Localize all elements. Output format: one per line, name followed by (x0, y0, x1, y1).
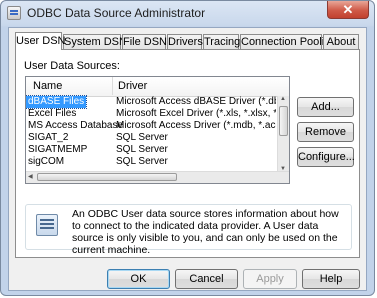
remove-button[interactable]: Remove (297, 122, 354, 142)
scroll-up-arrow-icon[interactable]: ▲ (280, 96, 286, 102)
help-button[interactable]: Help (302, 269, 360, 289)
dsn-driver: Microsoft Access dBASE Driver (*.dbf, *.… (116, 96, 276, 107)
list-item[interactable]: sigCOM SQL Server (26, 156, 278, 168)
ok-button[interactable]: OK (107, 269, 170, 289)
dsn-driver: SQL Server (116, 144, 168, 155)
list-item[interactable]: SIGAT_2 SQL Server (26, 132, 278, 144)
dsn-name: sigCOM (28, 156, 65, 167)
dsn-driver: SQL Server (116, 132, 168, 143)
tab-drivers[interactable]: Drivers (167, 34, 203, 49)
tab-about[interactable]: About (323, 34, 359, 49)
column-header-driver[interactable]: Driver (118, 80, 147, 92)
dsn-name: SIGAT_2 (28, 132, 69, 143)
dsn-driver: SQL Server (116, 156, 168, 167)
list-item[interactable]: SIGATMEMP SQL Server (26, 144, 278, 156)
dsn-name: MS Access Database (28, 120, 124, 131)
info-description: An ODBC User data source stores informat… (72, 208, 339, 256)
vertical-scroll-thumb[interactable] (279, 106, 288, 136)
data-source-list[interactable]: Name Driver dBASE Files Microsoft Access… (25, 76, 290, 184)
window-title: ODBC Data Source Administrator (27, 6, 206, 20)
data-source-info-icon (36, 214, 58, 236)
cancel-button[interactable]: Cancel (175, 269, 238, 289)
close-button[interactable]: ✕ (327, 1, 369, 19)
list-item[interactable]: dBASE Files Microsoft Access dBASE Drive… (26, 95, 278, 109)
dsn-name: SIGATMEMP (28, 144, 88, 155)
tab-file-dsn[interactable]: File DSN (122, 34, 167, 49)
info-box: An ODBC User data source stores informat… (25, 204, 352, 256)
apply-button[interactable]: Apply (243, 269, 297, 289)
title-bar[interactable]: ODBC Data Source Administrator ✕ (1, 1, 374, 25)
tab-connection-pooling[interactable]: Connection Pooling (240, 34, 336, 49)
dsn-name: Excel Files (28, 108, 77, 119)
list-header: Name Driver (26, 77, 289, 97)
column-header-name[interactable]: Name (33, 80, 62, 92)
tab-user-dsn[interactable]: User DSN (15, 32, 66, 50)
dsn-driver: Microsoft Access Driver (*.mdb, *.accdb) (116, 120, 276, 131)
data-source-rows: dBASE Files Microsoft Access dBASE Drive… (26, 95, 278, 168)
dsn-driver: Microsoft Excel Driver (*.xls, *.xlsx, *… (116, 108, 276, 119)
dsn-name: dBASE Files (26, 95, 88, 109)
scroll-left-arrow-icon[interactable]: ◀ (28, 173, 33, 180)
user-data-sources-label: User Data Sources: (24, 60, 120, 72)
dialog-client-area: User DSN System DSN File DSN Drivers Tra… (8, 27, 367, 291)
odbc-app-icon (7, 6, 21, 20)
column-divider[interactable] (112, 77, 113, 95)
odbc-admin-window: ODBC Data Source Administrator ✕ User DS… (0, 0, 375, 296)
tab-system-dsn[interactable]: System DSN (63, 34, 127, 49)
tab-tracing[interactable]: Tracing (203, 34, 240, 49)
horizontal-scroll-thumb[interactable] (37, 173, 177, 181)
horizontal-scrollbar[interactable]: ◀ (26, 171, 289, 183)
list-item[interactable]: MS Access Database Microsoft Access Driv… (26, 120, 278, 132)
configure-button[interactable]: Configure... (297, 147, 355, 167)
vertical-scrollbar[interactable]: ▲ ▼ (277, 96, 289, 172)
list-item[interactable]: Excel Files Microsoft Excel Driver (*.xl… (26, 108, 278, 120)
user-dsn-panel: User Data Sources: Name Driver dBASE Fil… (15, 49, 360, 258)
add-button[interactable]: Add... (297, 97, 354, 117)
